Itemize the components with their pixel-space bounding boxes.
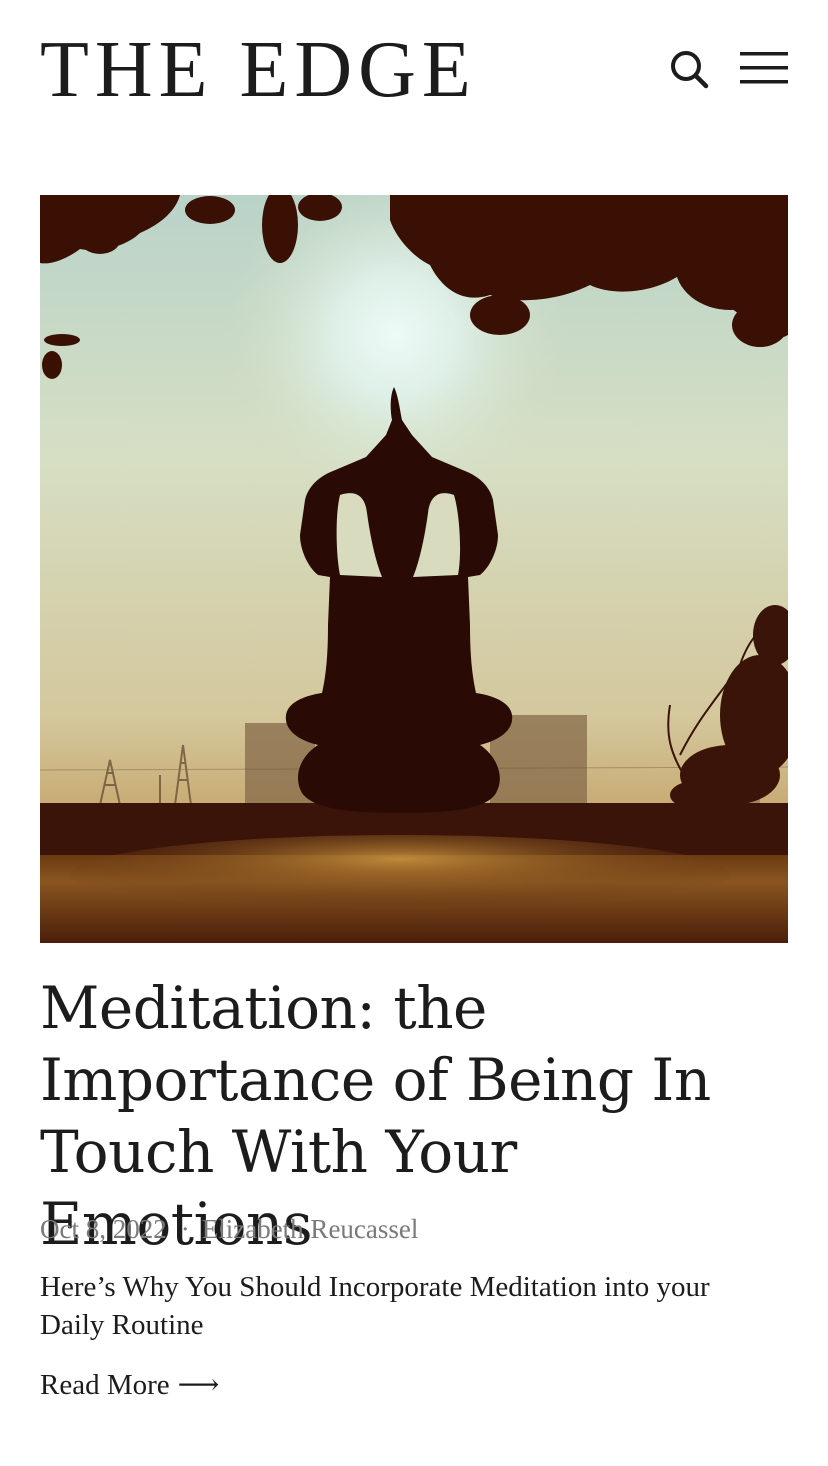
read-more-label: Read More [40, 1369, 170, 1401]
read-more-link[interactable]: Read More ⟶ [40, 1366, 219, 1404]
article-author[interactable]: Elizabeth Reucassel [202, 1214, 419, 1244]
article-featured-image[interactable] [40, 195, 788, 943]
meta-separator: · [180, 1214, 190, 1244]
search-button[interactable] [668, 48, 712, 92]
site-logo[interactable]: THE EDGE [40, 30, 477, 110]
article-meta: Oct 8, 2022 · Elizabeth Reucassel [40, 1212, 418, 1246]
menu-button[interactable] [740, 50, 788, 86]
article-excerpt: Here’s Why You Should Incorporate Medita… [40, 1271, 710, 1341]
arrow-right-icon: ⟶ [177, 1369, 220, 1401]
article-date: Oct 8, 2022 [40, 1214, 167, 1244]
meditation-silhouette-image [40, 195, 788, 943]
search-icon [671, 51, 709, 89]
hamburger-menu-icon [740, 52, 788, 84]
site-header: THE EDGE [40, 30, 788, 110]
